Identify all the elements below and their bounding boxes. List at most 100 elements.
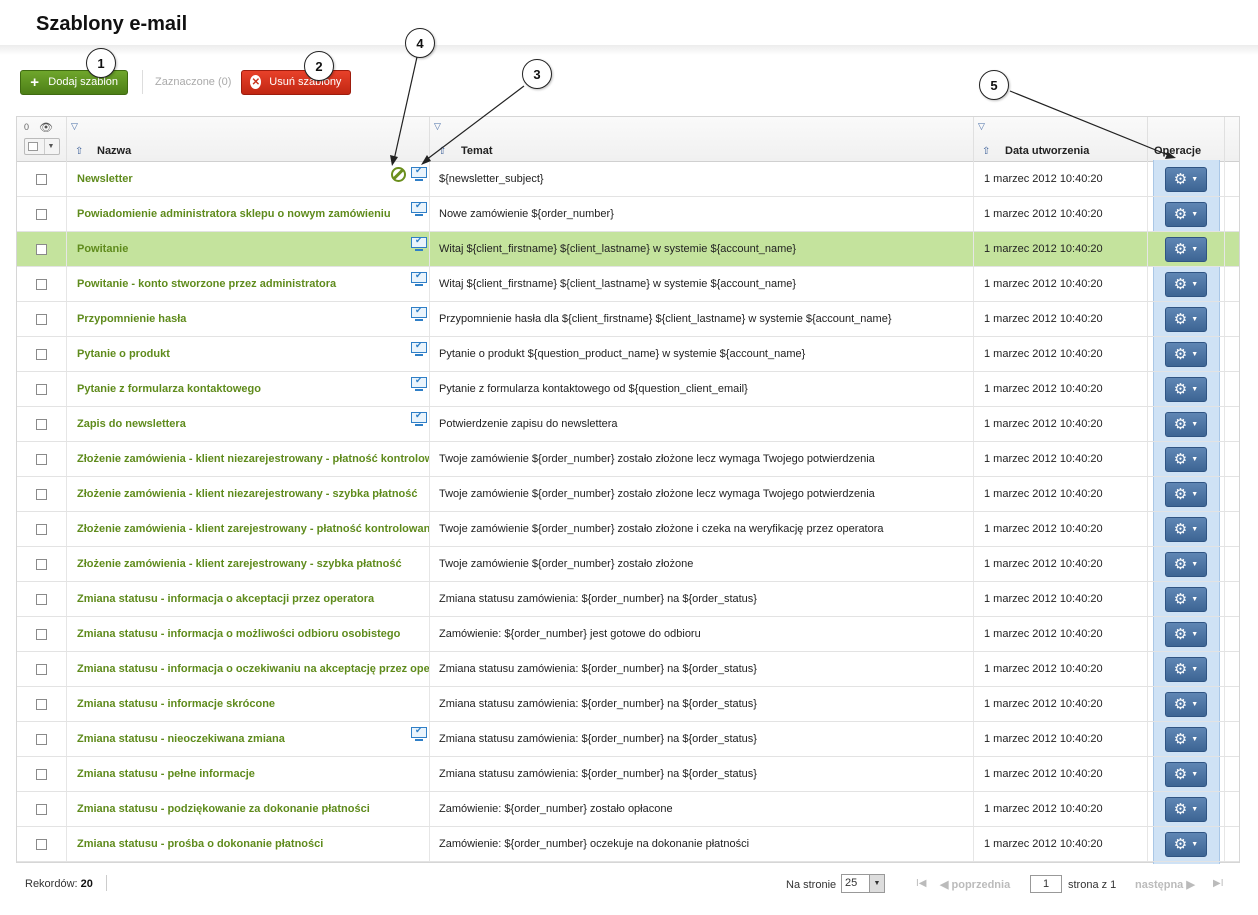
operations-menu-button[interactable]: ⚙ ▼ [1165,341,1207,367]
operations-menu-button[interactable]: ⚙ ▼ [1165,831,1207,857]
preview-icon[interactable] [411,235,427,252]
row-checkbox[interactable] [36,698,47,710]
header-name[interactable]: ▽ ⇧ Nazwa [67,117,430,162]
prev-page-button[interactable]: ◀ poprzednia [940,878,1010,891]
preview-icon[interactable] [411,725,427,742]
preview-icon[interactable] [411,200,427,217]
template-name-link[interactable]: Przypomnienie hasła [77,313,186,325]
last-page-icon[interactable]: ▶I [1213,878,1223,889]
table-row[interactable]: Zapis do newslettera Potwierdzenie zapisu… [17,407,1239,442]
filter-icon[interactable]: ▽ [71,121,78,132]
template-name-link[interactable]: Zmiana statusu - informacja o możliwości… [77,628,400,640]
eye-icon[interactable]: 👁 [39,121,53,134]
row-checkbox[interactable] [36,278,47,290]
template-name-link[interactable]: Newsletter [77,173,133,185]
row-checkbox[interactable] [36,208,47,220]
chevron-down-icon[interactable]: ▼ [44,139,57,154]
sort-asc-icon[interactable]: ⇧ [75,146,83,157]
operations-menu-button[interactable]: ⚙ ▼ [1165,376,1207,402]
row-checkbox[interactable] [36,173,47,185]
template-name-link[interactable]: Pytanie z formularza kontaktowego [77,383,261,395]
template-name-link[interactable]: Złożenie zamówienia - klient niezarejest… [77,453,429,465]
table-row[interactable]: Przypomnienie hasła Przypomnienie hasła d… [17,302,1239,337]
template-name-link[interactable]: Powitanie [77,243,128,255]
row-checkbox[interactable] [36,313,47,325]
table-row[interactable]: Zmiana statusu - informacja o oczekiwani… [17,652,1239,687]
row-checkbox[interactable] [36,593,47,605]
table-row[interactable]: Zmiana statusu - informacje skrócone Zmia… [17,687,1239,722]
operations-menu-button[interactable]: ⚙ ▼ [1165,761,1207,787]
header-created[interactable]: ▽ ⇧ Data utworzenia [974,117,1148,162]
row-checkbox[interactable] [36,628,47,640]
table-row[interactable]: Zmiana statusu - pełne informacje Zmiana … [17,757,1239,792]
table-row[interactable]: Pytanie o produkt Pytanie o produkt ${que… [17,337,1239,372]
operations-menu-button[interactable]: ⚙ ▼ [1165,306,1207,332]
operations-menu-button[interactable]: ⚙ ▼ [1165,796,1207,822]
header-subject[interactable]: ▽ ⇧ Temat [430,117,974,162]
operations-menu-button[interactable]: ⚙ ▼ [1165,691,1207,717]
row-checkbox[interactable] [36,348,47,360]
row-checkbox[interactable] [36,838,47,850]
filter-icon[interactable]: ▽ [434,121,441,132]
table-row[interactable]: Złożenie zamówienia - klient zarejestrow… [17,547,1239,582]
table-row[interactable]: Zmiana statusu - podziękowanie za dokona… [17,792,1239,827]
next-page-button[interactable]: następna ▶ [1135,878,1195,891]
page-number-input[interactable]: 1 [1030,875,1062,893]
block-icon[interactable] [391,167,406,182]
template-name-link[interactable]: Zmiana statusu - prośba o dokonanie płat… [77,838,323,850]
preview-icon[interactable] [411,410,427,427]
template-name-link[interactable]: Złożenie zamówienia - klient zarejestrow… [77,558,402,570]
row-checkbox[interactable] [36,558,47,570]
template-name-link[interactable]: Zmiana statusu - informacje skrócone [77,698,275,710]
row-checkbox[interactable] [36,418,47,430]
select-all-checkbox[interactable] [28,142,38,151]
table-row[interactable]: Zmiana statusu - informacja o możliwości… [17,617,1239,652]
operations-menu-button[interactable]: ⚙ ▼ [1165,656,1207,682]
table-row[interactable]: Newsletter ${newsletter_subject}1 marzec … [17,162,1239,197]
table-row[interactable]: Zmiana statusu - prośba o dokonanie płat… [17,827,1239,862]
operations-menu-button[interactable]: ⚙ ▼ [1165,516,1207,542]
operations-menu-button[interactable]: ⚙ ▼ [1165,411,1207,437]
operations-menu-button[interactable]: ⚙ ▼ [1165,551,1207,577]
operations-menu-button[interactable]: ⚙ ▼ [1165,481,1207,507]
row-checkbox[interactable] [36,733,47,745]
operations-menu-button[interactable]: ⚙ ▼ [1165,166,1207,192]
row-checkbox[interactable] [36,453,47,465]
sort-icon[interactable]: ⇧ [438,146,446,157]
table-row[interactable]: Złożenie zamówienia - klient zarejestrow… [17,512,1239,547]
operations-menu-button[interactable]: ⚙ ▼ [1165,726,1207,752]
first-page-icon[interactable]: I◀ [916,878,926,889]
table-row[interactable]: Powiadomienie administratora sklepu o no… [17,197,1239,232]
delete-templates-button[interactable]: ✕ Usuń szablony [241,69,352,95]
template-name-link[interactable]: Pytanie o produkt [77,348,170,360]
template-name-link[interactable]: Powiadomienie administratora sklepu o no… [77,208,391,220]
table-row[interactable]: Pytanie z formularza kontaktowego Pytanie… [17,372,1239,407]
row-checkbox[interactable] [36,383,47,395]
template-name-link[interactable]: Zapis do newslettera [77,418,186,430]
row-checkbox[interactable] [36,803,47,815]
table-row[interactable]: Złożenie zamówienia - klient niezarejest… [17,477,1239,512]
row-checkbox[interactable] [36,523,47,535]
template-name-link[interactable]: Zmiana statusu - podziękowanie za dokona… [77,803,370,815]
sort-icon[interactable]: ⇧ [982,146,990,157]
template-name-link[interactable]: Złożenie zamówienia - klient niezarejest… [77,488,418,500]
operations-menu-button[interactable]: ⚙ ▼ [1165,586,1207,612]
operations-menu-button[interactable]: ⚙ ▼ [1165,236,1207,262]
table-row[interactable]: Złożenie zamówienia - klient niezarejest… [17,442,1239,477]
row-checkbox[interactable] [36,243,47,255]
row-checkbox[interactable] [36,663,47,675]
preview-icon[interactable] [411,165,427,182]
preview-icon[interactable] [411,375,427,392]
preview-icon[interactable] [411,340,427,357]
operations-menu-button[interactable]: ⚙ ▼ [1165,201,1207,227]
table-row[interactable]: Powitanie - konto stworzone przez admini… [17,267,1239,302]
row-checkbox[interactable] [36,488,47,500]
template-name-link[interactable]: Zmiana statusu - nieoczekiwana zmiana [77,733,285,745]
chevron-down-icon[interactable]: ▼ [869,875,884,892]
operations-menu-button[interactable]: ⚙ ▼ [1165,446,1207,472]
filter-icon[interactable]: ▽ [978,121,985,132]
preview-icon[interactable] [411,270,427,287]
per-page-select[interactable]: 25 ▼ [841,874,885,893]
template-name-link[interactable]: Zmiana statusu - pełne informacje [77,768,255,780]
template-name-link[interactable]: Powitanie - konto stworzone przez admini… [77,278,336,290]
